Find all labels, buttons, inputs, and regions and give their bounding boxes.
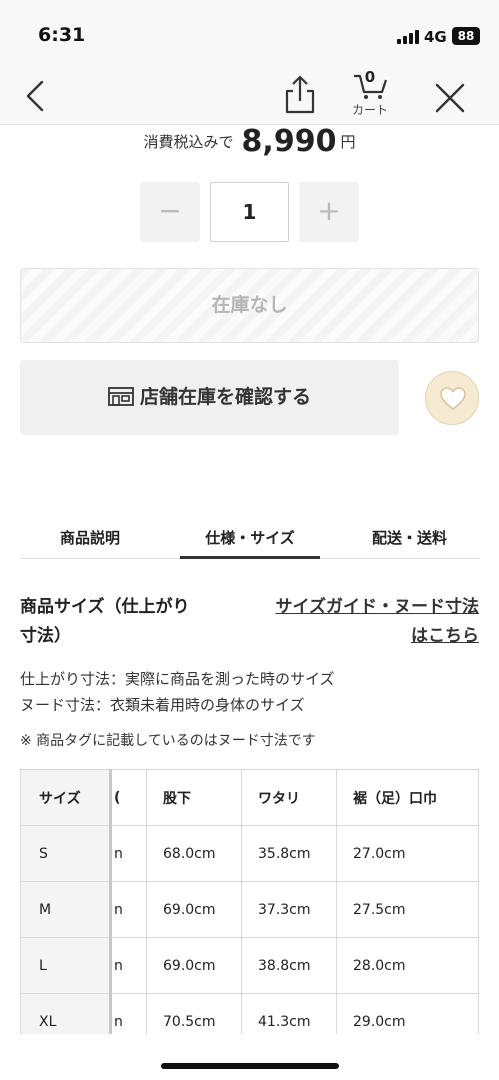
- table-row: S n 68.0cm 35.8cm 27.0cm: [20, 825, 479, 882]
- table-header-row: サイズ ( 股下 ワタリ 裾（足）口巾: [20, 769, 479, 826]
- table-header-cell: ワタリ: [241, 769, 337, 826]
- quantity-value[interactable]: 1: [210, 182, 289, 242]
- price-unit: 円: [340, 133, 356, 151]
- check-store-stock-button[interactable]: 店舗在庫を確認する: [20, 360, 399, 435]
- size-guide-link-line1: サイズガイド・ヌード寸法: [275, 597, 480, 617]
- size-guide-link-line2: はこちら: [411, 626, 479, 646]
- tag-size-note: ※ 商品タグに記載しているのはヌード寸法です: [20, 733, 316, 749]
- table-cell: n: [110, 993, 147, 1034]
- table-cell: M: [20, 881, 112, 938]
- favorite-button[interactable]: [425, 371, 479, 425]
- table-cell: n: [110, 937, 147, 994]
- table-cell: 28.0cm: [336, 937, 479, 994]
- store-icon: [108, 387, 134, 406]
- detail-tabs: 商品説明 仕様・サイズ 配送・送料: [20, 518, 479, 559]
- table-cell: n: [110, 881, 147, 938]
- table-cell: 27.0cm: [336, 825, 479, 882]
- battery-icon: 88: [452, 27, 480, 45]
- signal-icon: [397, 30, 419, 44]
- table-cell: 68.0cm: [146, 825, 242, 882]
- cart-label: カート: [351, 103, 388, 117]
- share-button[interactable]: [282, 72, 318, 116]
- size-heading-line2: 寸法）: [20, 626, 71, 646]
- table-cell: 41.3cm: [241, 993, 337, 1034]
- heart-icon: [440, 387, 466, 411]
- store-stock-label: 店舗在庫を確認する: [139, 386, 311, 408]
- table-cell: 38.8cm: [241, 937, 337, 994]
- tab-description[interactable]: 商品説明: [20, 518, 160, 558]
- home-indicator[interactable]: [161, 1063, 339, 1069]
- table-header-cell: (: [110, 769, 147, 826]
- table-header-cell: 裾（足）口巾: [336, 769, 479, 826]
- table-cell: 27.5cm: [336, 881, 479, 938]
- top-bar: 6:31 4G 88 0 カート: [0, 0, 499, 125]
- size-table[interactable]: サイズ ( 股下 ワタリ 裾（足）口巾 S n 68.0cm 35.8cm 27…: [20, 769, 479, 1034]
- status-time: 6:31: [38, 24, 86, 46]
- network-type: 4G: [424, 28, 447, 46]
- size-section-heading: 商品サイズ（仕上がり 寸法）: [20, 593, 220, 651]
- table-row: L n 69.0cm 38.8cm 28.0cm: [20, 937, 479, 994]
- table-row: M n 69.0cm 37.3cm 27.5cm: [20, 881, 479, 938]
- size-heading-line1: 商品サイズ（仕上がり: [20, 597, 190, 617]
- size-guide-link[interactable]: サイズガイド・ヌード寸法 はこちら: [250, 593, 480, 651]
- close-icon: [435, 83, 465, 113]
- table-header-cell: 股下: [146, 769, 242, 826]
- table-cell: 69.0cm: [146, 937, 242, 994]
- quantity-decrease-button[interactable]: −: [140, 182, 200, 242]
- share-icon: [285, 75, 315, 114]
- table-row: XL n 70.5cm 41.3cm 29.0cm: [20, 993, 479, 1034]
- nude-size-note: ヌード寸法：衣類未着用時の身体のサイズ: [20, 696, 305, 714]
- price-row: 消費税込みで 8,990 円: [0, 124, 499, 164]
- price-prefix: 消費税込みで: [143, 133, 234, 151]
- table-cell: S: [20, 825, 112, 882]
- table-cell: L: [20, 937, 112, 994]
- cart-icon: [354, 74, 388, 99]
- table-cell: 35.8cm: [241, 825, 337, 882]
- back-button[interactable]: [20, 74, 56, 118]
- out-of-stock-button[interactable]: 在庫なし: [20, 268, 479, 343]
- table-header-cell: サイズ: [20, 769, 112, 826]
- chevron-left-icon: [26, 80, 44, 112]
- quantity-increase-button[interactable]: +: [299, 182, 359, 242]
- tab-shipping[interactable]: 配送・送料: [340, 518, 479, 558]
- close-button[interactable]: [432, 80, 468, 116]
- price-value: 8,990: [241, 124, 337, 159]
- finished-size-note: 仕上がり寸法：実際に商品を測った時のサイズ: [20, 670, 335, 688]
- table-cell: 37.3cm: [241, 881, 337, 938]
- cart-button[interactable]: 0 カート: [344, 68, 396, 120]
- table-cell: 29.0cm: [336, 993, 479, 1034]
- table-cell: 69.0cm: [146, 881, 242, 938]
- table-cell: n: [110, 825, 147, 882]
- table-cell: XL: [20, 993, 112, 1034]
- tab-spec-size[interactable]: 仕様・サイズ: [180, 518, 320, 559]
- table-cell: 70.5cm: [146, 993, 242, 1034]
